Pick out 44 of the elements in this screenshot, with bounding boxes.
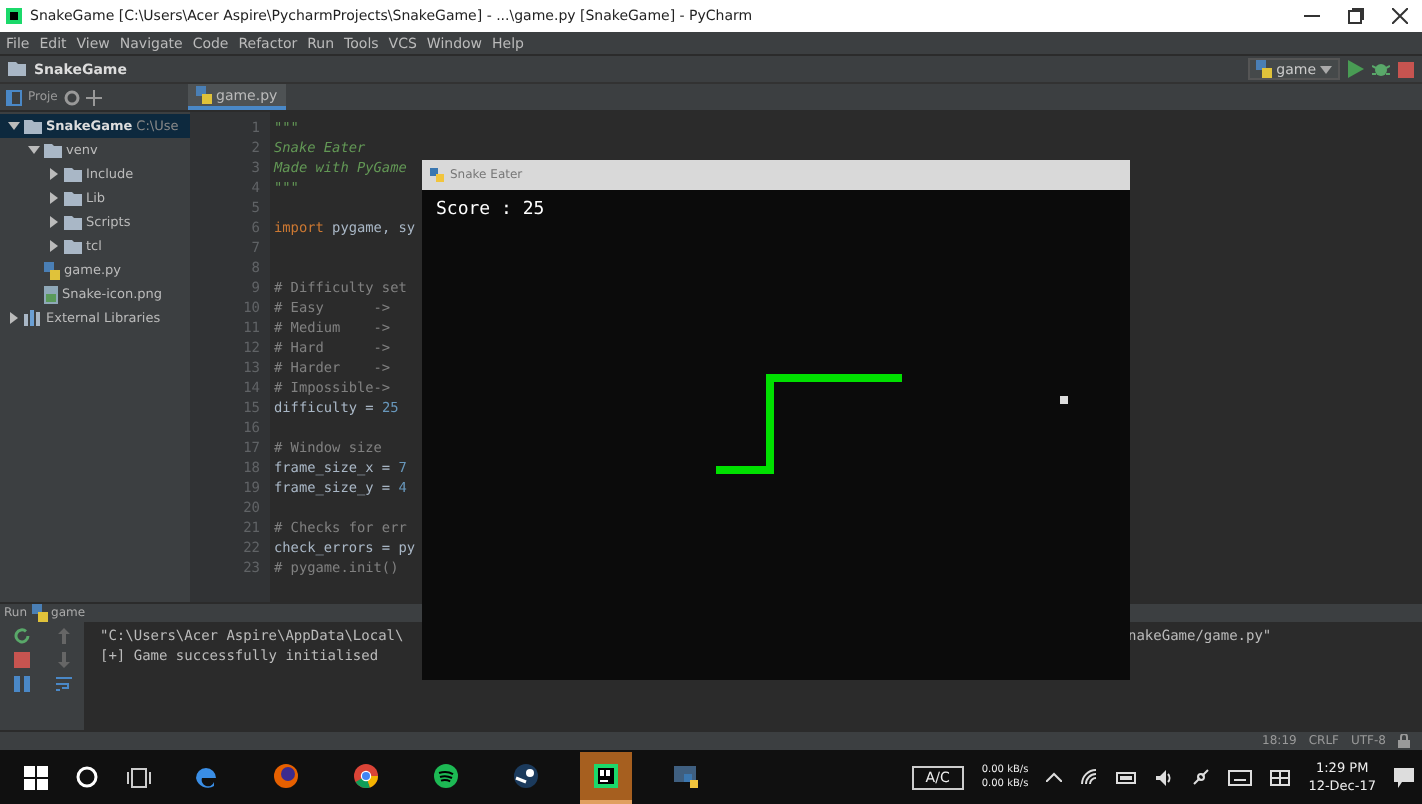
wrap-icon[interactable] (55, 676, 71, 692)
run-icon[interactable] (1348, 60, 1364, 78)
close-icon[interactable] (1392, 8, 1408, 24)
wifi-icon[interactable] (1080, 768, 1099, 786)
python-file-icon (31, 604, 48, 622)
windows-start-icon[interactable] (24, 765, 48, 789)
display-icon[interactable] (1270, 769, 1291, 785)
project-icon (6, 89, 22, 105)
rerun-icon[interactable] (13, 628, 29, 644)
caret-icon (1320, 65, 1332, 73)
chevron-up-icon[interactable] (1046, 772, 1063, 782)
task-view-icon[interactable] (126, 767, 152, 787)
firefox-icon (272, 761, 300, 789)
chrome-icon (352, 761, 380, 789)
pycharm-icon (592, 761, 620, 789)
spotify-icon (432, 761, 460, 789)
stop-icon[interactable] (13, 652, 29, 668)
battery-icon[interactable] (1116, 771, 1139, 783)
lock-icon[interactable] (1398, 734, 1410, 748)
taskbar-app[interactable] (580, 751, 632, 803)
notification-icon[interactable] (1394, 767, 1414, 787)
collapse-icon[interactable] (85, 89, 102, 105)
python-icon (672, 761, 700, 789)
pause-icon[interactable] (13, 676, 29, 692)
search-icon[interactable] (76, 766, 98, 788)
bug-icon[interactable] (1372, 60, 1390, 78)
folder-icon (8, 62, 26, 76)
image-file-icon (44, 285, 58, 303)
maximize-icon[interactable] (1348, 8, 1364, 24)
python-icon (430, 168, 444, 182)
python-file-icon (1256, 60, 1273, 78)
settings-icon[interactable] (63, 89, 80, 105)
food (1060, 396, 1068, 404)
speaker-icon[interactable] (1156, 769, 1175, 785)
stop-icon[interactable] (1398, 61, 1414, 77)
collapsed-arrow-icon[interactable] (8, 312, 20, 324)
steam-icon (512, 761, 540, 789)
keyboard-icon[interactable] (1228, 769, 1253, 785)
python-file-icon (44, 261, 60, 279)
library-icon (24, 310, 42, 326)
link-icon[interactable] (1192, 768, 1211, 786)
score-text: Score : 25 (436, 200, 545, 220)
python-file-icon (196, 86, 212, 104)
app-icon (6, 8, 22, 24)
